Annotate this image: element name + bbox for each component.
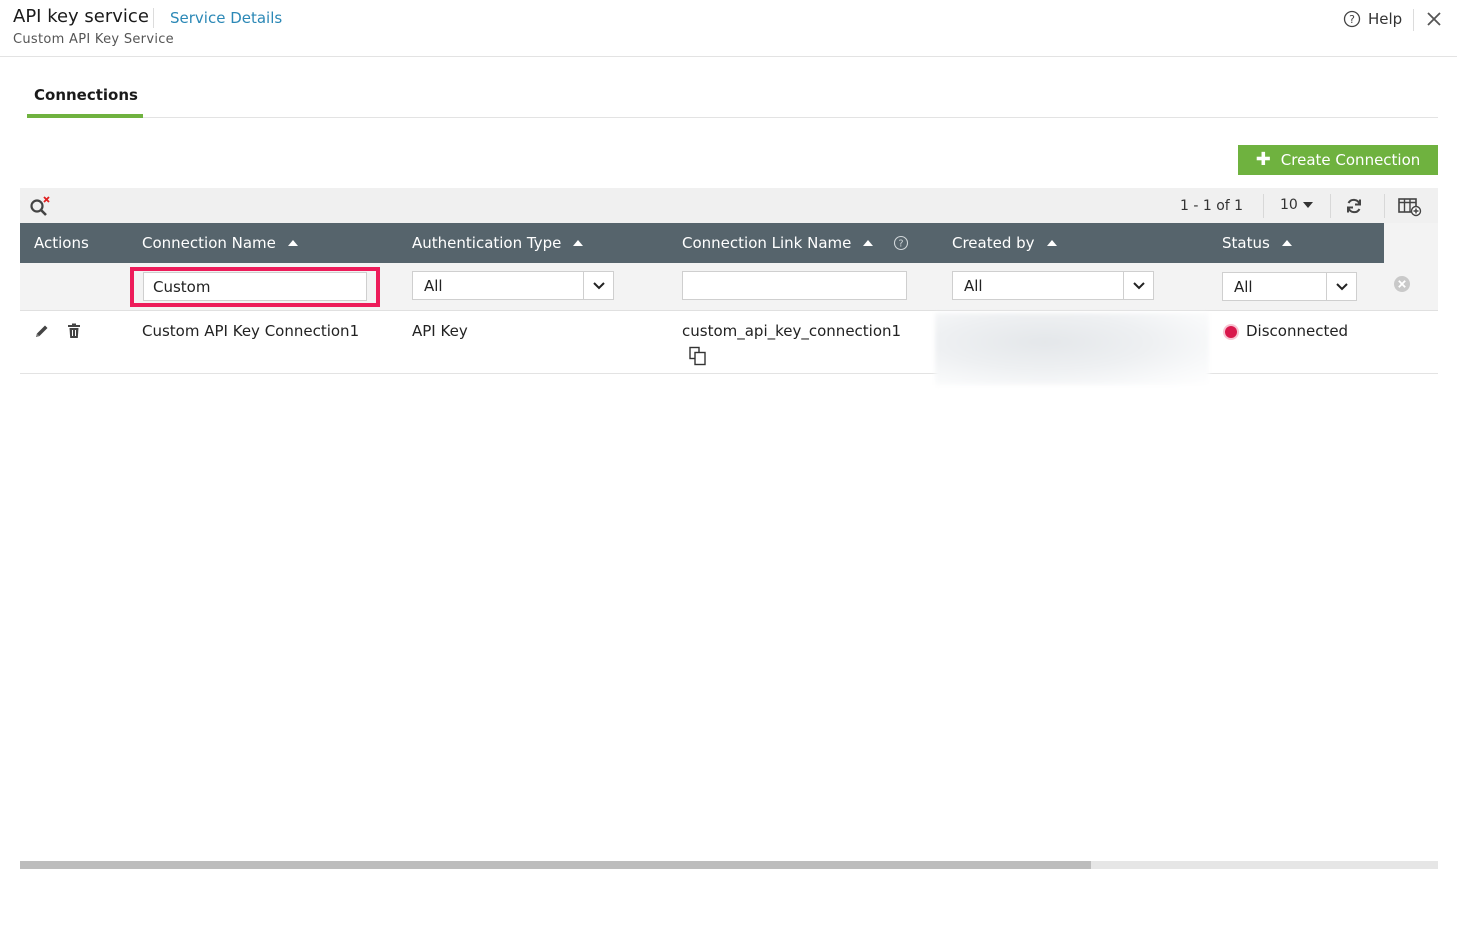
app-subtitle: Custom API Key Service — [13, 32, 174, 47]
page-size-value: 10 — [1280, 197, 1298, 213]
create-connection-button[interactable]: ✚ Create Connection — [1238, 145, 1438, 175]
column-header-actions: Actions — [34, 223, 89, 263]
help-icon: ? — [1343, 10, 1361, 28]
scrollbar-thumb[interactable] — [20, 861, 1091, 869]
column-header-connection-name[interactable]: Connection Name — [142, 223, 298, 263]
close-icon[interactable] — [1424, 9, 1444, 29]
header-filler — [1384, 223, 1438, 263]
column-label: Created by — [952, 234, 1035, 252]
help-button[interactable]: ? Help — [1343, 10, 1402, 28]
column-header-connection-link-name[interactable]: Connection Link Name ? — [682, 223, 909, 263]
sort-asc-icon[interactable] — [287, 240, 298, 246]
help-icon[interactable]: ? — [893, 235, 909, 251]
column-header-created-by[interactable]: Created by — [952, 223, 1057, 263]
delete-icon[interactable] — [67, 323, 81, 339]
help-label: Help — [1368, 10, 1403, 28]
column-label: Status — [1222, 234, 1270, 252]
link-name-filter-input[interactable] — [682, 271, 907, 300]
sort-asc-icon[interactable] — [1281, 240, 1292, 246]
column-label: Actions — [34, 234, 89, 252]
table-row: Custom API Key Connection1 API Key custo… — [20, 311, 1438, 385]
created-by-filter-select[interactable]: All — [952, 271, 1154, 300]
select-value: All — [1234, 277, 1253, 296]
connection-name-filter-input[interactable] — [143, 272, 367, 301]
header-separator — [1413, 9, 1414, 31]
page-header: API key service Service Details Custom A… — [0, 0, 1457, 57]
copy-icon[interactable] — [688, 346, 708, 366]
create-connection-label: Create Connection — [1280, 151, 1421, 169]
link-name-cell: custom_api_key_connection1 — [682, 322, 902, 340]
search-clear-icon[interactable] — [28, 195, 52, 217]
clear-filter-icon[interactable] — [1393, 275, 1411, 293]
auth-type-cell: API Key — [412, 322, 468, 340]
horizontal-scrollbar[interactable] — [20, 861, 1438, 869]
sort-asc-icon[interactable] — [1046, 240, 1057, 246]
toolbar-separator — [1263, 194, 1264, 218]
tab-bar: Connections — [27, 78, 1438, 118]
auth-type-filter-select[interactable]: All — [412, 271, 614, 300]
chevron-down-icon — [1326, 273, 1356, 300]
svg-text:?: ? — [1349, 13, 1355, 26]
sort-asc-icon[interactable] — [863, 240, 874, 246]
table-header: Actions Connection Name Authentication T… — [20, 223, 1438, 263]
table-toolbar: 1 - 1 of 1 10 — [20, 188, 1438, 223]
svg-text:?: ? — [899, 239, 904, 250]
title-separator — [153, 8, 154, 28]
column-label: Connection Link Name — [682, 234, 852, 252]
edit-icon[interactable] — [34, 323, 50, 339]
service-details-link[interactable]: Service Details — [170, 9, 282, 27]
column-settings-icon[interactable] — [1398, 197, 1422, 217]
refresh-icon[interactable] — [1345, 197, 1363, 215]
sort-asc-icon[interactable] — [573, 240, 584, 246]
status-cell: Disconnected — [1246, 322, 1349, 340]
column-label: Connection Name — [142, 234, 276, 252]
chevron-down-icon — [583, 272, 613, 299]
select-value: All — [964, 276, 983, 295]
pagination-info: 1 - 1 of 1 — [1180, 198, 1244, 214]
column-header-status[interactable]: Status — [1222, 223, 1292, 263]
select-value: All — [424, 276, 443, 295]
toolbar-separator — [1384, 194, 1385, 218]
column-header-authentication-type[interactable]: Authentication Type — [412, 223, 584, 263]
tab-connections[interactable]: Connections — [27, 78, 143, 118]
status-disconnected-dot — [1225, 326, 1237, 338]
filter-row: All All All — [20, 263, 1438, 311]
toolbar-separator — [1330, 194, 1331, 218]
created-by-cell-redacted — [935, 313, 1209, 385]
connection-name-cell: Custom API Key Connection1 — [142, 322, 360, 340]
status-filter-select[interactable]: All — [1222, 272, 1357, 301]
column-label: Authentication Type — [412, 234, 562, 252]
chevron-down-icon — [1123, 272, 1153, 299]
caret-down-icon — [1302, 202, 1313, 208]
plus-icon: ✚ — [1255, 149, 1271, 170]
page-size-select[interactable]: 10 — [1280, 197, 1313, 213]
app-title: API key service — [13, 6, 149, 27]
